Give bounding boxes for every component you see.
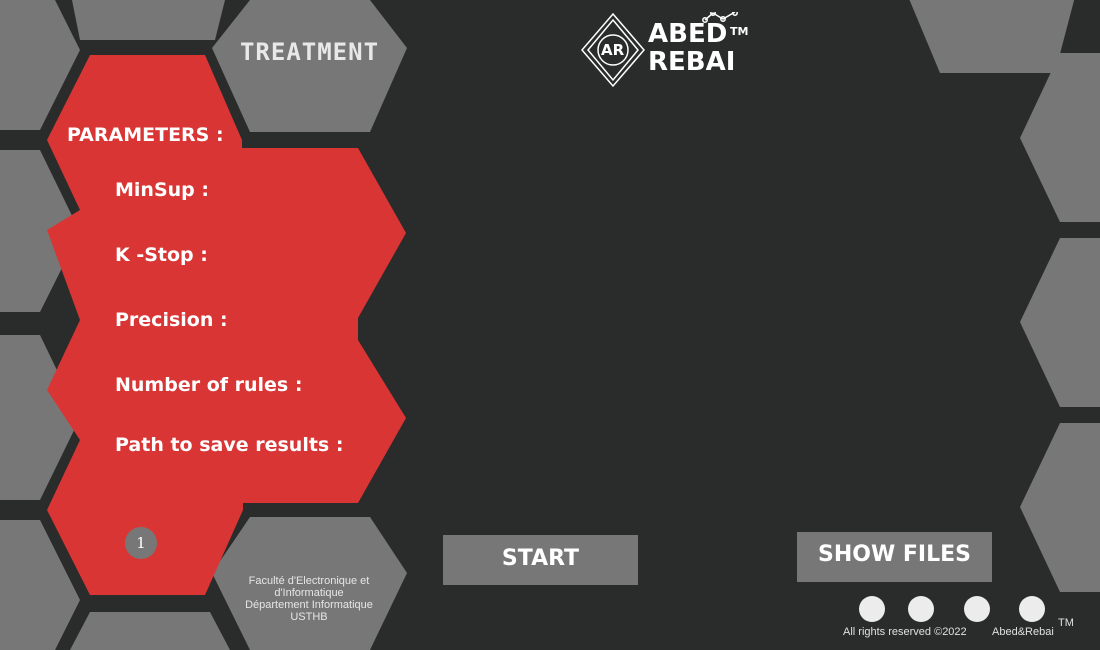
hex-tile: [70, 612, 230, 650]
hex-tile: [72, 0, 225, 40]
hex-tile: [1020, 423, 1100, 592]
trademark-symbol: TM: [730, 25, 749, 38]
parameters-title: PARAMETERS :: [67, 124, 224, 146]
hex-tile: [212, 0, 407, 132]
copyright-text: All rights reserved ©2022: [843, 626, 967, 638]
nav-dot[interactable]: [964, 596, 990, 622]
nav-dot[interactable]: [908, 596, 934, 622]
param-minsup-label: MinSup :: [115, 179, 209, 201]
faculty-line: Département Informatique: [245, 599, 373, 611]
faculty-line: d'Informatique: [274, 587, 344, 599]
faculty-line: Faculté d'Electronique et: [248, 575, 370, 587]
start-button[interactable]: START: [443, 535, 638, 585]
footer-trademark: TM: [1058, 617, 1074, 629]
brand-name-line2: REBAI: [648, 47, 736, 77]
hex-tile: [909, 0, 1075, 73]
brand-name: ABED REBAI: [648, 20, 735, 76]
logo-mark: AR: [601, 41, 625, 59]
param-kstop-label: K -Stop :: [115, 244, 208, 266]
step-badge: 1: [125, 527, 157, 559]
param-path-label: Path to save results :: [115, 434, 344, 456]
faculty-line: USTHB: [290, 611, 328, 623]
nav-dot[interactable]: [1019, 596, 1045, 622]
hex-tile: [1020, 238, 1100, 407]
brand-name-line1: ABED: [648, 19, 728, 49]
faculty-info: Faculté d'Electronique et d'Informatique…: [228, 575, 390, 623]
tab-treatment[interactable]: TREATMENT: [212, 38, 407, 66]
param-number-of-rules-label: Number of rules :: [115, 374, 303, 396]
show-files-button[interactable]: SHOW FILES: [797, 532, 992, 582]
param-precision-label: Precision :: [115, 309, 228, 331]
nav-dot[interactable]: [859, 596, 885, 622]
hex-tile: [1020, 53, 1100, 222]
footer-brand: Abed&Rebai: [992, 626, 1054, 638]
